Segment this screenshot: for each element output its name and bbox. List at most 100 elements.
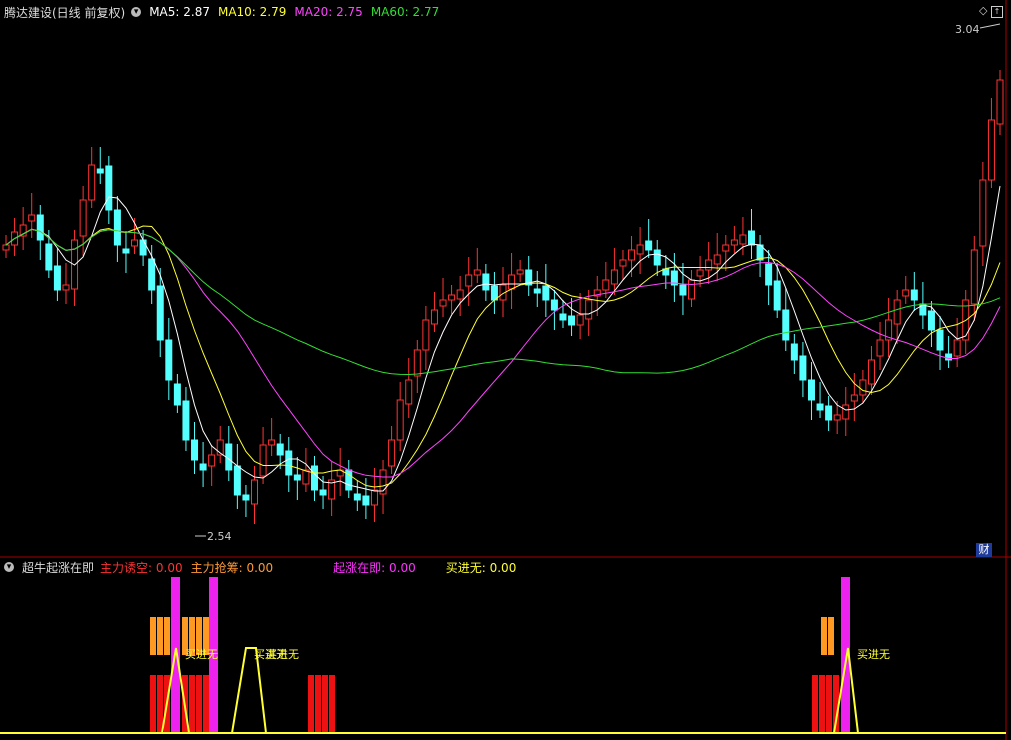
candle-body — [790, 343, 798, 361]
indicator-orange-bar — [157, 617, 163, 655]
low-marker: 2.54 — [195, 530, 232, 543]
indicator-red-bar — [150, 675, 156, 733]
indicator-red-bar — [203, 675, 209, 733]
candle-body — [765, 263, 773, 286]
candle-body — [996, 79, 1004, 125]
candle-body — [113, 209, 121, 246]
candle-body — [396, 399, 404, 441]
candle-body — [362, 495, 370, 506]
indicator-orange-bar — [164, 617, 170, 655]
indicator-item-1: 主力诱空: 0.00 — [100, 560, 183, 575]
candle-body — [533, 288, 541, 294]
candle-body — [508, 274, 516, 290]
candle-body — [165, 339, 173, 381]
candle-body — [482, 273, 490, 291]
candle-body — [182, 400, 190, 441]
ma20-label: MA20: 2.75 — [294, 5, 363, 19]
candle-body — [268, 439, 276, 446]
candle-body — [259, 444, 267, 477]
candle-body — [739, 234, 747, 245]
indicator-red-bar — [189, 675, 195, 733]
candle-body — [833, 414, 841, 421]
candle-body — [585, 299, 593, 320]
settings-icon[interactable]: ◇ ↑ — [979, 4, 1003, 18]
candle-body — [319, 489, 327, 496]
candle-body — [88, 164, 96, 201]
candle-body — [156, 285, 164, 341]
candle-body — [713, 254, 721, 265]
ma10-label: MA10: 2.79 — [217, 5, 287, 19]
candle-body — [927, 310, 935, 331]
signal-label-3: 买进无 — [266, 648, 299, 661]
candle-body — [850, 394, 858, 402]
candle-body — [696, 269, 704, 277]
candle-body — [53, 265, 61, 291]
candle-body — [131, 239, 139, 247]
candle-body — [370, 489, 378, 506]
chevron-down-icon[interactable]: ▾ — [131, 7, 142, 17]
candle-body — [568, 315, 576, 326]
candle-body — [456, 289, 464, 300]
candle-body — [242, 494, 250, 501]
indicator-red-bar — [157, 675, 163, 733]
ma-line — [5, 185, 1001, 492]
candle-body — [782, 309, 790, 341]
candle-body — [233, 465, 241, 496]
high-label: 3.04 — [955, 23, 980, 36]
candle-body — [28, 214, 36, 222]
price-chart[interactable]: 3.04 2.54 — [0, 0, 1011, 740]
candle-body — [105, 165, 113, 211]
candle-body — [388, 439, 396, 467]
candle-body — [910, 289, 918, 301]
candle-body — [430, 309, 438, 325]
indicator-red-bar — [308, 675, 314, 733]
candle-body — [893, 299, 901, 325]
candle-body — [645, 240, 653, 251]
candle-body — [285, 450, 293, 476]
candle-body — [405, 379, 413, 405]
candle-body — [867, 359, 875, 385]
chevron-down-icon[interactable]: ▾ — [4, 562, 14, 572]
candle-body — [199, 463, 207, 471]
candlestick-series — [2, 70, 1004, 524]
candle-body — [619, 259, 627, 267]
indicator-orange-bar — [150, 617, 156, 655]
candle-body — [353, 493, 361, 501]
indicator-item-4: 买进无: 0.00 — [445, 560, 517, 575]
candle-body — [516, 269, 524, 275]
candle-body — [208, 454, 216, 467]
candle-body — [448, 294, 456, 301]
indicator-red-bar — [826, 675, 832, 733]
candle-body — [816, 403, 824, 411]
indicator-header: ▾ 超牛起涨在即 主力诱空: 0.00 主力抢筹: 0.00 起涨在即: 0.0… — [4, 557, 524, 577]
candle-body — [807, 379, 815, 401]
candle-body — [799, 355, 807, 381]
finance-badge[interactable]: 财 — [976, 543, 992, 557]
candle-body — [842, 404, 850, 420]
indicator-red-bar — [315, 675, 321, 733]
indicator-item-2: 主力抢筹: 0.00 — [190, 560, 274, 575]
candle-body — [576, 314, 584, 326]
candle-body — [688, 279, 696, 300]
candle-body — [302, 469, 310, 485]
candle-body — [122, 248, 130, 254]
candle-body — [773, 280, 781, 311]
indicator-orange-bar — [828, 617, 834, 655]
candle-body — [825, 405, 833, 421]
candle-body — [45, 243, 53, 271]
candle-body — [473, 269, 481, 276]
candle-body — [970, 249, 978, 305]
candle-body — [987, 119, 995, 181]
candle-body — [859, 379, 867, 396]
candle-body — [902, 289, 910, 297]
candle-body — [730, 239, 738, 246]
candle-body — [173, 383, 181, 406]
candle-body — [602, 279, 610, 291]
indicator-red-bar — [819, 675, 825, 733]
candle-body — [465, 274, 473, 287]
low-label: 2.54 — [207, 530, 232, 543]
candle-body — [276, 443, 284, 456]
indicator-red-bar — [812, 675, 818, 733]
candle-body — [310, 465, 318, 491]
candle-body — [748, 230, 755, 246]
